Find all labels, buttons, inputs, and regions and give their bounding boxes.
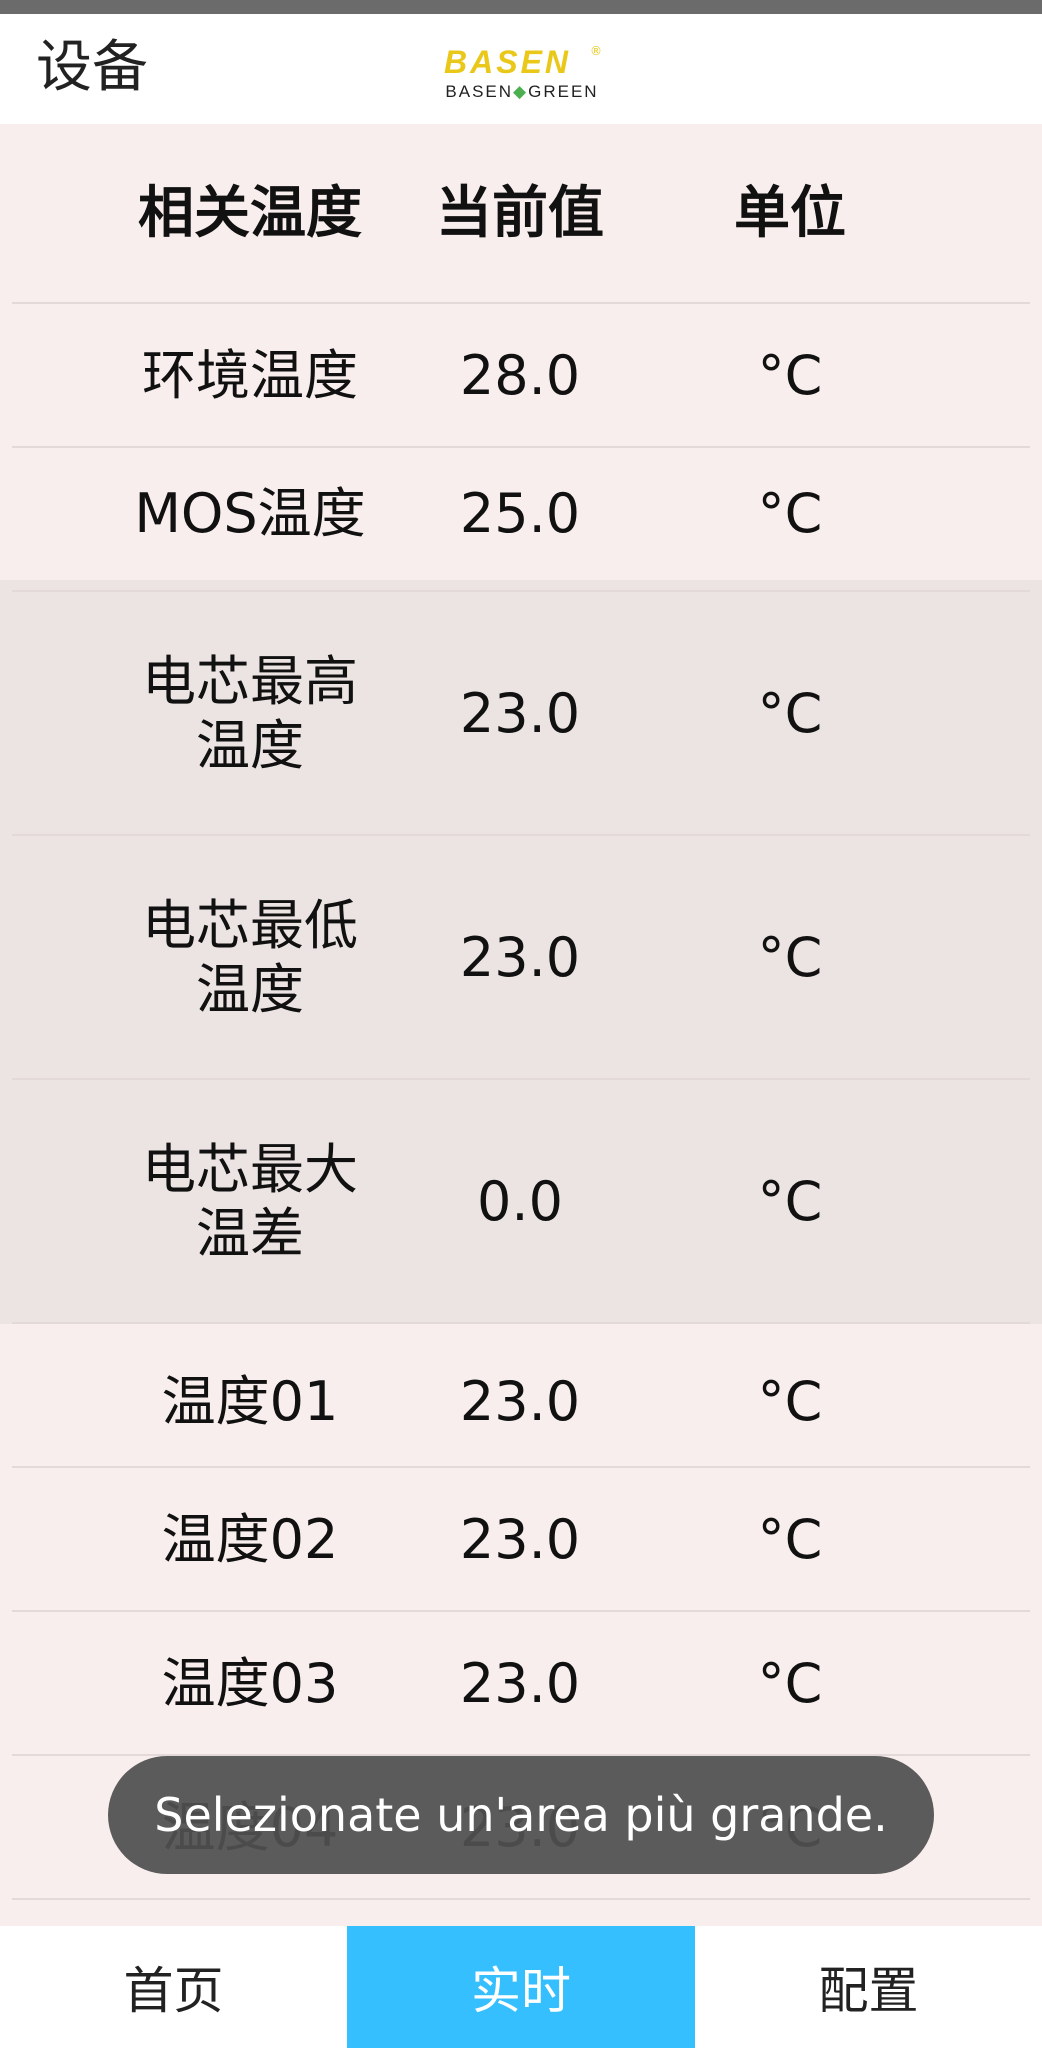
row-unit: °C xyxy=(757,1508,823,1571)
row-divider xyxy=(12,1322,1030,1324)
row-unit: °C xyxy=(757,1652,823,1715)
row-unit: °C xyxy=(757,482,823,545)
leaf-icon: ◆ xyxy=(513,82,529,101)
tab-home[interactable]: 首页 xyxy=(0,1926,347,2048)
column-header-value: 当前值 xyxy=(436,181,604,246)
tab-settings[interactable]: 配置 xyxy=(695,1926,1042,2048)
row-name: 温度01 xyxy=(161,1370,339,1433)
row-unit: °C xyxy=(757,682,823,745)
row-unit: °C xyxy=(757,344,823,407)
page-title: 设备 xyxy=(36,35,148,100)
table-row: 环境温度 28.0 °C xyxy=(0,304,1042,448)
logo-subtitle-right: GREEN xyxy=(528,82,599,101)
row-name: MOS温度 xyxy=(134,482,366,545)
row-unit: °C xyxy=(757,926,823,989)
row-value: 23.0 xyxy=(459,926,581,989)
row-name: 温度02 xyxy=(161,1508,339,1571)
table-header-row: 相关温度 当前值 单位 xyxy=(0,124,1042,304)
row-value: 23.0 xyxy=(459,1370,581,1433)
group-separator xyxy=(0,580,1042,592)
logo-registered-mark: ® xyxy=(590,44,602,58)
logo-subtitle: BASEN◆GREEN xyxy=(436,82,608,102)
table-row: MOS温度 25.0 °C xyxy=(0,448,1042,580)
tab-realtime[interactable]: 实时 xyxy=(347,1926,695,2048)
row-value: 23.0 xyxy=(459,1508,581,1571)
bottom-navigation: 首页 实时 配置 xyxy=(0,1926,1042,2048)
row-value: 28.0 xyxy=(459,344,581,407)
app-header: 设备 BASEN ® BASEN◆GREEN xyxy=(0,14,1042,124)
toast-message: Selezionate un'area più grande. xyxy=(108,1756,934,1874)
row-value: 0.0 xyxy=(477,1170,563,1233)
table-row: 电芯最低温度 23.0 °C xyxy=(0,836,1042,1080)
row-name: 电芯最大温差 xyxy=(142,1138,358,1265)
brand-logo: BASEN ® BASEN◆GREEN xyxy=(436,44,608,104)
row-name: 温度03 xyxy=(161,1652,339,1715)
row-unit: °C xyxy=(757,1370,823,1433)
column-header-unit: 单位 xyxy=(734,181,846,246)
table-row: 电芯最高温度 23.0 °C xyxy=(0,592,1042,836)
row-value: 23.0 xyxy=(459,1652,581,1715)
logo-subtitle-left: BASEN xyxy=(445,82,514,101)
row-value: 23.0 xyxy=(459,682,581,745)
table-row: 温度03 23.0 °C xyxy=(0,1612,1042,1756)
row-name: 电芯最低温度 xyxy=(142,894,358,1021)
row-name: 环境温度 xyxy=(142,344,358,407)
row-value: 25.0 xyxy=(459,482,581,545)
column-header-name: 相关温度 xyxy=(138,181,362,246)
row-unit: °C xyxy=(757,1170,823,1233)
table-row: 温度01 23.0 °C xyxy=(0,1336,1042,1468)
table-row: 温度02 23.0 °C xyxy=(0,1468,1042,1612)
logo-wordmark: BASEN xyxy=(444,44,572,80)
table-row: 电芯最大温差 0.0 °C xyxy=(0,1080,1042,1324)
status-bar xyxy=(0,0,1042,14)
row-name: 电芯最高温度 xyxy=(142,650,358,777)
row-divider xyxy=(12,1898,1030,1900)
